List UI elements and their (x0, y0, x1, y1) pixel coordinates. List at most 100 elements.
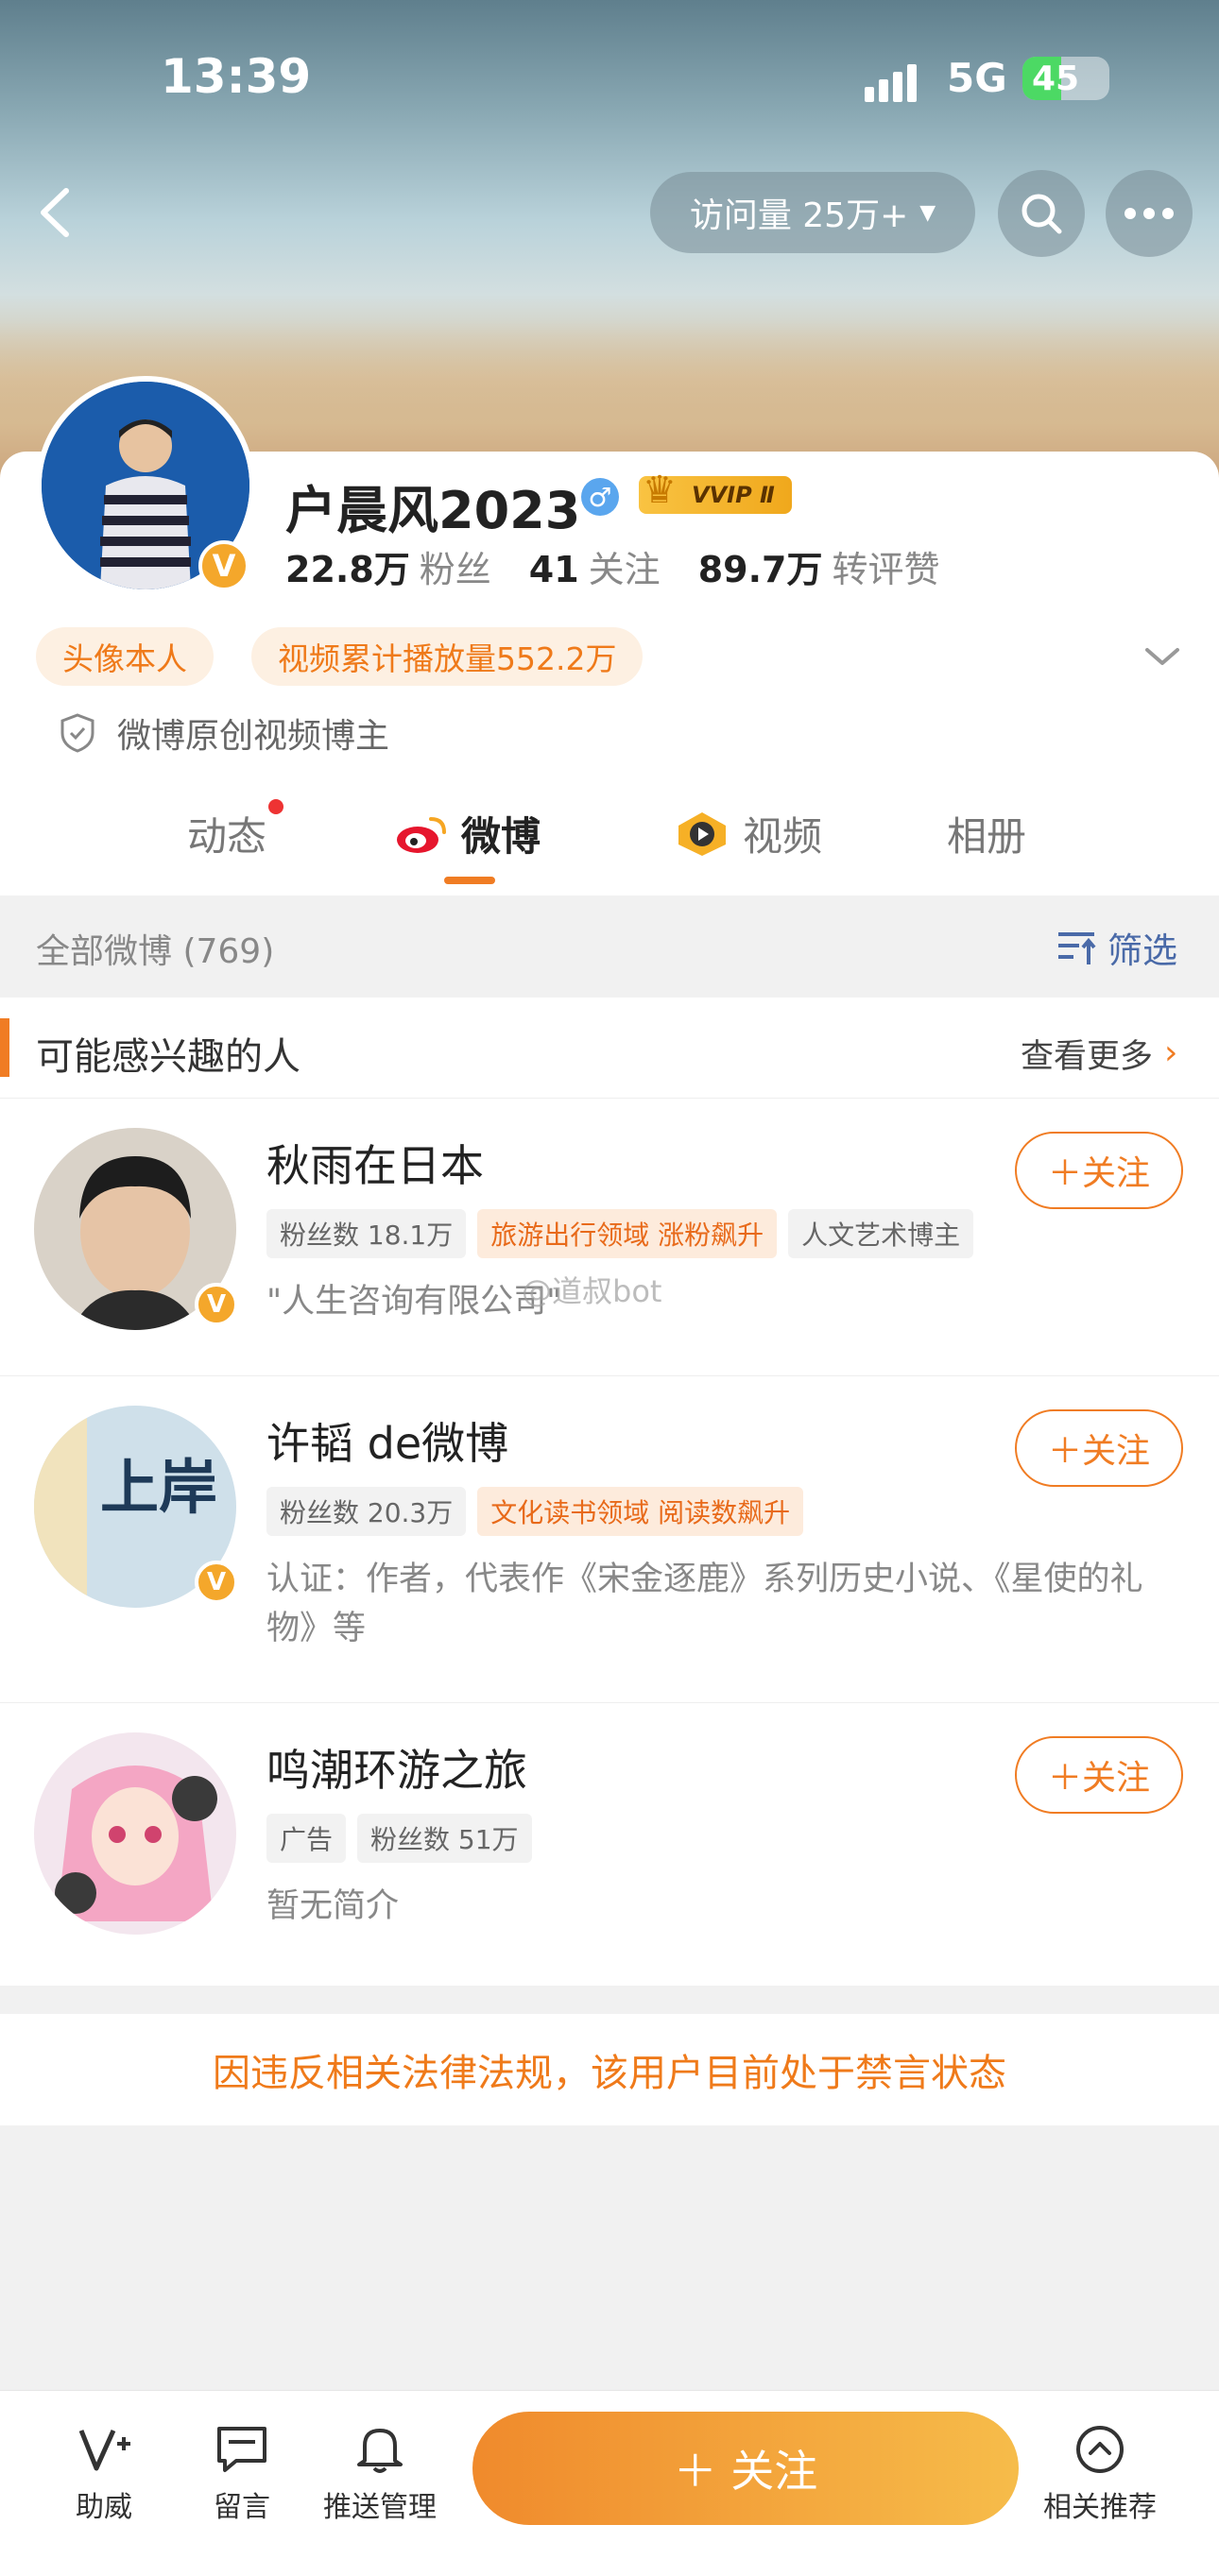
tab-label: 动态 (187, 813, 267, 860)
tab-video[interactable]: 视频 (675, 805, 822, 862)
person-name[interactable]: 鸣潮环游之旅 (266, 1736, 527, 1799)
shield-check-icon (60, 713, 94, 753)
tab-label: 相册 (947, 813, 1027, 860)
recommend-person[interactable]: 鸣潮环游之旅 广告 粉丝数 51万 暂无简介 ＋关注 (0, 1702, 1219, 1986)
tab-label: 微博 (461, 813, 541, 860)
ban-notice: 因违反相关法律法规，该用户目前处于禁言状态 (0, 2014, 1219, 2125)
search-button[interactable] (998, 170, 1085, 257)
battery-icon: 45 (1022, 57, 1109, 100)
person-tag: 粉丝数 51万 (357, 1814, 532, 1863)
person-tag: 粉丝数 18.1万 (266, 1209, 467, 1258)
person-tag: 粉丝数 20.3万 (266, 1487, 467, 1536)
filter-bar: 全部微博 (769) 筛选 (0, 896, 1219, 998)
stat-value: 22.8万 (285, 549, 410, 590)
unread-dot (268, 799, 284, 814)
person-avatar[interactable] (34, 1732, 236, 1935)
stat-label: 关注 (588, 549, 661, 590)
filter-label: 筛选 (1107, 930, 1177, 971)
person-tag-hot: 旅游出行领域 涨粉飙升 (477, 1209, 778, 1258)
male-icon: ♂ (581, 478, 619, 516)
verified-v-icon: V (198, 540, 249, 591)
tab-weibo[interactable]: 微博 (395, 805, 541, 862)
tab-label: 视频 (743, 813, 823, 860)
profile-tabs: 动态 微博 视频 相册 (0, 793, 1219, 896)
vvip-label: VVIP Ⅱ (692, 482, 775, 508)
profile-tag[interactable]: 视频累计播放量552.2万 (251, 627, 644, 686)
video-icon (678, 811, 726, 856)
stat-following[interactable]: 41 关注 (529, 540, 661, 592)
person-tags: 粉丝数 18.1万 旅游出行领域 涨粉飙升 人文艺术博主 (266, 1209, 974, 1258)
recommend-section: 可能感兴趣的人 查看更多 › V 秋雨在日本 粉丝数 18.1万 旅游出行领域 … (0, 998, 1219, 1986)
push-settings-label: 推送管理 (323, 2491, 437, 2524)
chevron-right-icon[interactable]: › (1164, 1033, 1177, 1072)
person-desc: "人生咨询有限公司" (266, 1283, 562, 1321)
bottom-bar: 助威 留言 推送管理 ＋ 关注 相关推荐 (0, 2390, 1219, 2576)
network-type: 5G (947, 55, 1007, 101)
all-weibo-count: 全部微博 (769) (36, 932, 275, 971)
chevron-up-circle-icon (1076, 2426, 1124, 2473)
active-tab-indicator (444, 877, 495, 884)
avatar-cover-text: 上岸 (100, 1453, 217, 1522)
related-recommend-button[interactable]: 相关推荐 (1034, 2423, 1166, 2525)
message-button[interactable]: 留言 (176, 2423, 308, 2525)
verified-v-icon: V (195, 1283, 238, 1326)
more-icon (1125, 208, 1174, 219)
battery-level: 45 (1032, 60, 1080, 98)
message-label: 留言 (214, 2491, 270, 2524)
back-icon[interactable] (26, 179, 83, 246)
follow-button[interactable]: ＋关注 (1015, 1736, 1183, 1814)
profile-name: 户晨风2023 (285, 481, 581, 540)
signal-icon (865, 64, 917, 102)
person-name[interactable]: 许韬 de微博 (266, 1409, 508, 1472)
cheer-v-icon (78, 2429, 130, 2471)
status-bar: 13:39 5G 45 (0, 0, 1219, 161)
stat-engagement[interactable]: 89.7万 转评赞 (698, 540, 940, 592)
see-more-link[interactable]: 查看更多 (1021, 1030, 1153, 1078)
filter-icon (1058, 932, 1096, 964)
weibo-logo-icon (397, 816, 446, 853)
chevron-down-icon[interactable] (1143, 642, 1181, 671)
verification-text: 微博原创视频博主 (117, 717, 390, 756)
recommend-person[interactable]: 上岸 V 许韬 de微博 粉丝数 20.3万 文化读书领域 阅读数飙升 认证：作… (0, 1375, 1219, 1703)
profile-tag[interactable]: 头像本人 (36, 627, 214, 686)
person-tag: 人文艺术博主 (788, 1209, 974, 1258)
recommend-person[interactable]: V 秋雨在日本 粉丝数 18.1万 旅游出行领域 涨粉飙升 人文艺术博主 "人生… (0, 1098, 1219, 1376)
follow-button[interactable]: ＋关注 (1015, 1132, 1183, 1209)
person-tags: 广告 粉丝数 51万 (266, 1814, 532, 1863)
message-icon (217, 2427, 266, 2472)
stat-label: 转评赞 (832, 549, 940, 590)
verified-v-icon: V (195, 1561, 238, 1604)
verification-line: 微博原创视频博主 (59, 708, 389, 758)
ad-tag: 广告 (266, 1814, 347, 1863)
person-desc: 认证：作者，代表作《宋金逐鹿》系列历史小说、《星使的礼物》等 (266, 1561, 1143, 1647)
more-button[interactable] (1106, 170, 1193, 257)
status-time: 13:39 (161, 49, 312, 104)
crown-icon: ♛ (643, 469, 677, 512)
filter-button[interactable]: 筛选 (1056, 922, 1177, 973)
bell-icon (357, 2429, 403, 2473)
stat-label: 粉丝 (419, 549, 491, 590)
stat-value: 89.7万 (697, 549, 823, 590)
person-tags: 粉丝数 20.3万 文化读书领域 阅读数飙升 (266, 1487, 804, 1536)
cheer-button[interactable]: 助威 (38, 2423, 170, 2525)
vvip-badge[interactable]: ♛ VVIP Ⅱ (639, 469, 792, 514)
person-tag-hot: 文化读书领域 阅读数飙升 (477, 1487, 804, 1536)
cheer-label: 助威 (76, 2491, 132, 2524)
recommend-title: 可能感兴趣的人 (36, 1035, 300, 1079)
search-icon (1022, 194, 1062, 234)
person-name[interactable]: 秋雨在日本 (266, 1132, 484, 1194)
stat-followers[interactable]: 22.8万 粉丝 (285, 540, 491, 592)
visits-dropdown[interactable]: 访问量 25万+ ▼ (650, 172, 975, 253)
push-settings-button[interactable]: 推送管理 (314, 2423, 446, 2525)
tab-activity[interactable]: 动态 (187, 799, 284, 862)
caret-down-icon: ▼ (919, 200, 936, 225)
follow-main-button[interactable]: ＋ 关注 (472, 2412, 1019, 2525)
tab-album[interactable]: 相册 (947, 805, 1026, 862)
stat-value: 41 (528, 549, 579, 590)
follow-button[interactable]: ＋关注 (1015, 1409, 1183, 1487)
section-accent-bar (0, 1018, 9, 1077)
watermark: @道叔bot (522, 1273, 662, 1309)
profile-stats: 22.8万 粉丝 41 关注 89.7万 转评赞 (285, 540, 939, 592)
avatar-anime-image (34, 1732, 236, 1935)
person-desc: 暂无简介 (266, 1887, 400, 1925)
